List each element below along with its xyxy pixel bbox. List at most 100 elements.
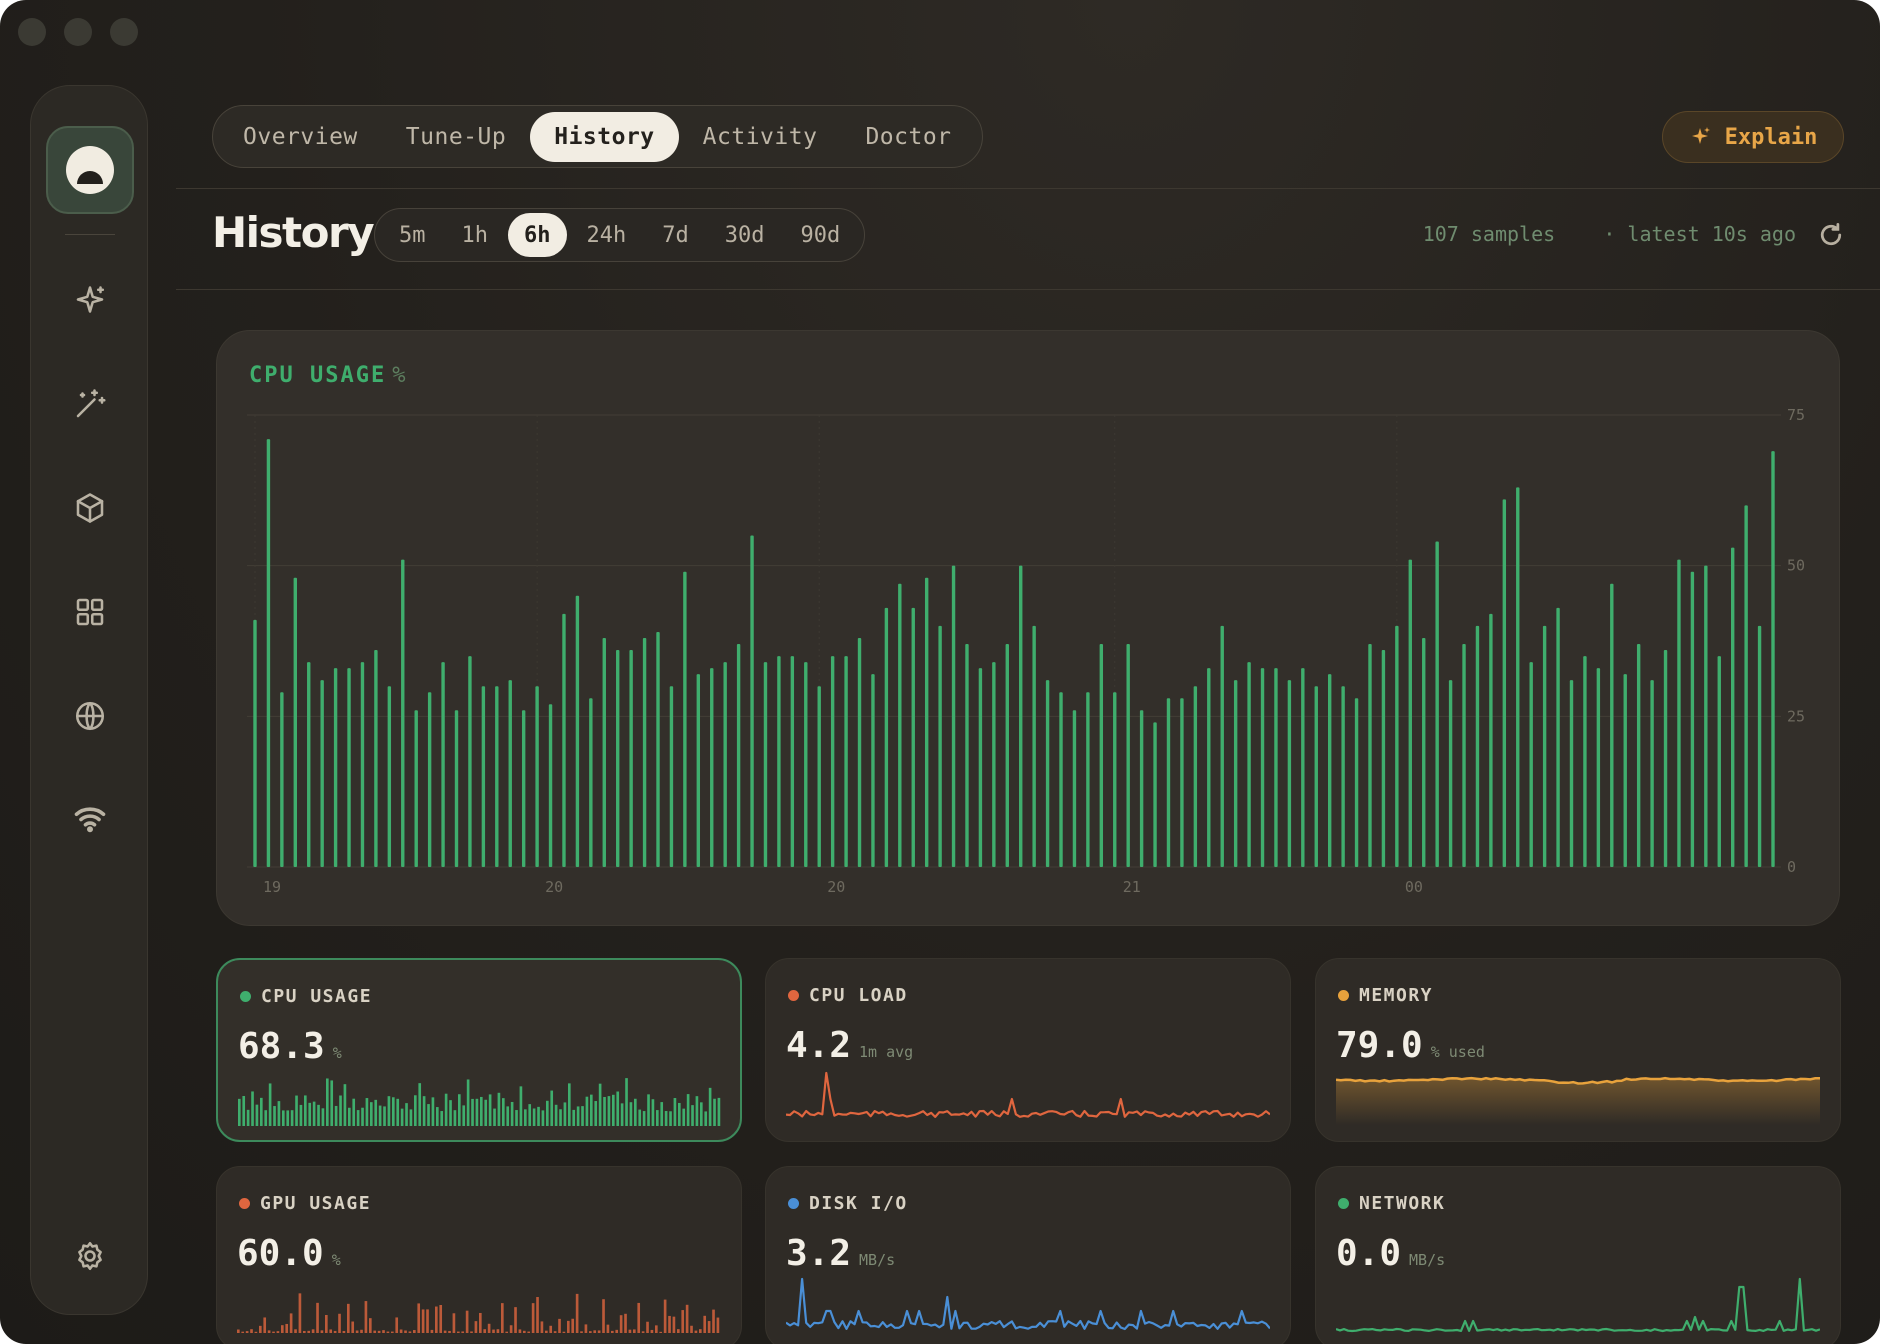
range-5m[interactable]: 5m <box>383 213 442 257</box>
spark-bar <box>584 1324 588 1333</box>
spark-bar <box>348 1107 351 1126</box>
chart-bar <box>1663 650 1668 867</box>
chart-bar <box>1354 698 1359 867</box>
spark-bar <box>400 1108 404 1126</box>
spark-bar <box>245 1331 249 1333</box>
metric-value-row: 60.0% <box>237 1233 341 1274</box>
sidebar-item-apps[interactable] <box>70 592 110 632</box>
metric-card-memory[interactable]: MEMORY 79.0 % used <box>1315 958 1841 1142</box>
chart-bar <box>1301 668 1305 867</box>
spark-bar <box>633 1329 636 1333</box>
spark-bar <box>325 1314 328 1333</box>
chart-bar <box>1744 505 1748 867</box>
range-6h[interactable]: 6h <box>508 213 567 257</box>
chart-bar <box>938 625 942 867</box>
explain-button[interactable]: Explain <box>1662 111 1844 163</box>
x-tick-label: 20 <box>827 878 845 896</box>
sidebar-item-packages[interactable] <box>70 488 110 528</box>
metric-card-network[interactable]: NETWORK 0.0 MB/s <box>1315 1166 1841 1344</box>
spark-bar <box>550 1090 554 1126</box>
tab-activity[interactable]: Activity <box>679 112 842 162</box>
spark-bar <box>338 1313 341 1333</box>
spark-bar <box>326 1078 329 1126</box>
settings-button[interactable] <box>70 1236 110 1276</box>
sidebar-item-wifi[interactable] <box>70 798 110 838</box>
metric-card-gpu-usage[interactable]: GPU USAGE 60.0% <box>216 1166 742 1344</box>
chart-bar <box>1583 656 1587 867</box>
spark-bar <box>242 1096 246 1126</box>
chart-bar <box>884 607 889 867</box>
metric-card-cpu-load[interactable]: CPU LOAD 4.2 1m avg <box>765 958 1291 1142</box>
chart-bar <box>844 656 848 867</box>
spark-bar <box>333 1330 337 1333</box>
explain-label: Explain <box>1724 124 1818 150</box>
range-90d[interactable]: 90d <box>785 213 857 257</box>
chart-bar <box>427 692 432 867</box>
spark-bar <box>360 1329 363 1333</box>
spark-bar <box>598 1083 602 1126</box>
spark-bar <box>647 1094 650 1126</box>
spark-bar <box>487 1323 491 1333</box>
spark-bar <box>518 1329 522 1333</box>
header-divider <box>176 188 1880 189</box>
spark-bar <box>304 1095 307 1126</box>
spark-bar <box>668 1315 671 1333</box>
spark-bar <box>430 1329 434 1333</box>
spark-bar <box>603 1096 606 1126</box>
magic-wand-icon <box>76 389 106 418</box>
spark-bar <box>343 1084 347 1126</box>
tab-tune-up[interactable]: Tune-Up <box>382 112 530 162</box>
spark-bar <box>351 1321 355 1333</box>
metric-card-cpu-usage[interactable]: CPU USAGE 68.3% <box>216 958 742 1142</box>
spark-bar <box>475 1098 479 1126</box>
spark-bar <box>303 1330 306 1333</box>
spark-bar <box>251 1091 254 1126</box>
spark-bar <box>641 1331 645 1333</box>
zoom-window-button[interactable] <box>110 18 138 46</box>
range-30d[interactable]: 30d <box>709 213 781 257</box>
spark-bar <box>382 1330 385 1333</box>
spark-bar <box>572 1109 576 1126</box>
close-window-button[interactable] <box>18 18 46 46</box>
spark-bar <box>540 1321 544 1333</box>
tab-history[interactable]: History <box>530 111 679 162</box>
chart-bar <box>1596 668 1601 867</box>
range-1h[interactable]: 1h <box>446 213 505 257</box>
spark-bar <box>238 1098 241 1126</box>
spark-bar <box>404 1330 407 1333</box>
spark-bar <box>436 1107 439 1126</box>
spark-bar <box>457 1331 460 1333</box>
spark-bar <box>612 1094 615 1126</box>
spark-bar <box>510 1101 514 1126</box>
tab-overview[interactable]: Overview <box>219 112 382 162</box>
spark-bar <box>611 1330 614 1333</box>
chart-bar <box>965 644 969 867</box>
chart-bar <box>656 631 660 867</box>
range-7d[interactable]: 7d <box>646 213 705 257</box>
metric-card-disk-i-o[interactable]: DISK I/O 3.2 MB/s <box>765 1166 1291 1344</box>
sidebar-item-tune-up[interactable] <box>70 384 110 424</box>
range-24h[interactable]: 24h <box>571 213 643 257</box>
spark-bar <box>483 1329 487 1333</box>
metric-label: DISK I/O <box>788 1193 908 1214</box>
minimize-window-button[interactable] <box>64 18 92 46</box>
chart-bar <box>871 674 875 867</box>
spark-bar <box>527 1331 531 1333</box>
chart-bar <box>1462 644 1466 867</box>
tab-doctor[interactable]: Doctor <box>841 112 975 162</box>
chart-bar <box>992 662 996 867</box>
sidebar-item-sparkle[interactable] <box>70 281 110 321</box>
sidebar-item-network[interactable] <box>70 696 110 736</box>
spark-bar <box>691 1105 694 1126</box>
chart-bar <box>535 686 539 867</box>
chart-bar <box>1408 559 1412 867</box>
spark-bar <box>716 1317 720 1333</box>
gear-icon <box>78 1241 102 1271</box>
refresh-button[interactable] <box>1816 220 1846 250</box>
metric-label-text: CPU USAGE <box>261 986 373 1007</box>
home-button[interactable] <box>46 126 134 214</box>
chart-bar <box>414 710 418 867</box>
metric-value-row: 0.0 MB/s <box>1336 1233 1445 1274</box>
spark-bar <box>449 1100 452 1126</box>
spark-bar <box>352 1098 356 1126</box>
